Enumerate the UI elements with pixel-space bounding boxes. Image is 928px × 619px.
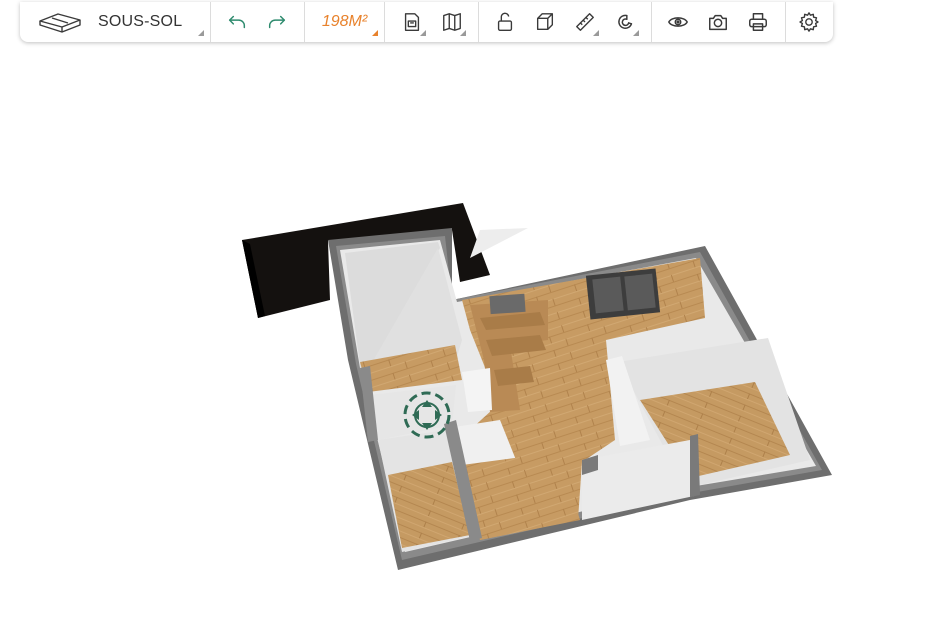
document-icon [404,13,420,31]
3d-floor-plan[interactable] [0,44,928,614]
level-selector[interactable]: SOUS-SOL [20,2,211,42]
view-group [652,2,786,42]
map-icon [443,13,461,31]
area-label: 198M² [321,13,368,30]
gear-icon [799,12,819,32]
settings-button[interactable] [789,2,829,42]
redo-button[interactable] [257,2,297,42]
floor-level-icon [38,10,82,34]
plan-document-button[interactable] [392,2,432,42]
unlock-icon [497,12,513,31]
undo-arrow-icon [228,15,246,29]
printer-icon [749,13,767,31]
measure-button[interactable] [565,2,605,42]
redo-arrow-icon [268,15,286,29]
camera-icon [709,14,727,31]
document-group [385,2,479,42]
screenshot-button[interactable] [698,2,738,42]
map-button[interactable] [432,2,472,42]
ruler-icon [576,13,594,31]
undo-button[interactable] [217,2,257,42]
history-group [211,2,305,42]
eye-icon [668,17,688,27]
3d-viewport[interactable] [0,44,928,614]
level-label: SOUS-SOL [98,13,183,30]
print-button[interactable] [738,2,778,42]
3d-view-button[interactable] [525,2,565,42]
magnet-icon [618,14,633,29]
magnet-button[interactable] [605,2,645,42]
main-toolbar: SOUS-SOL 198M² [20,2,833,42]
tools-group [479,2,652,42]
settings-group [786,2,832,42]
cube-icon [536,13,554,31]
lock-button[interactable] [485,2,525,42]
area-group: 198M² [305,2,385,42]
area-button[interactable]: 198M² [305,2,384,42]
visibility-button[interactable] [658,2,698,42]
